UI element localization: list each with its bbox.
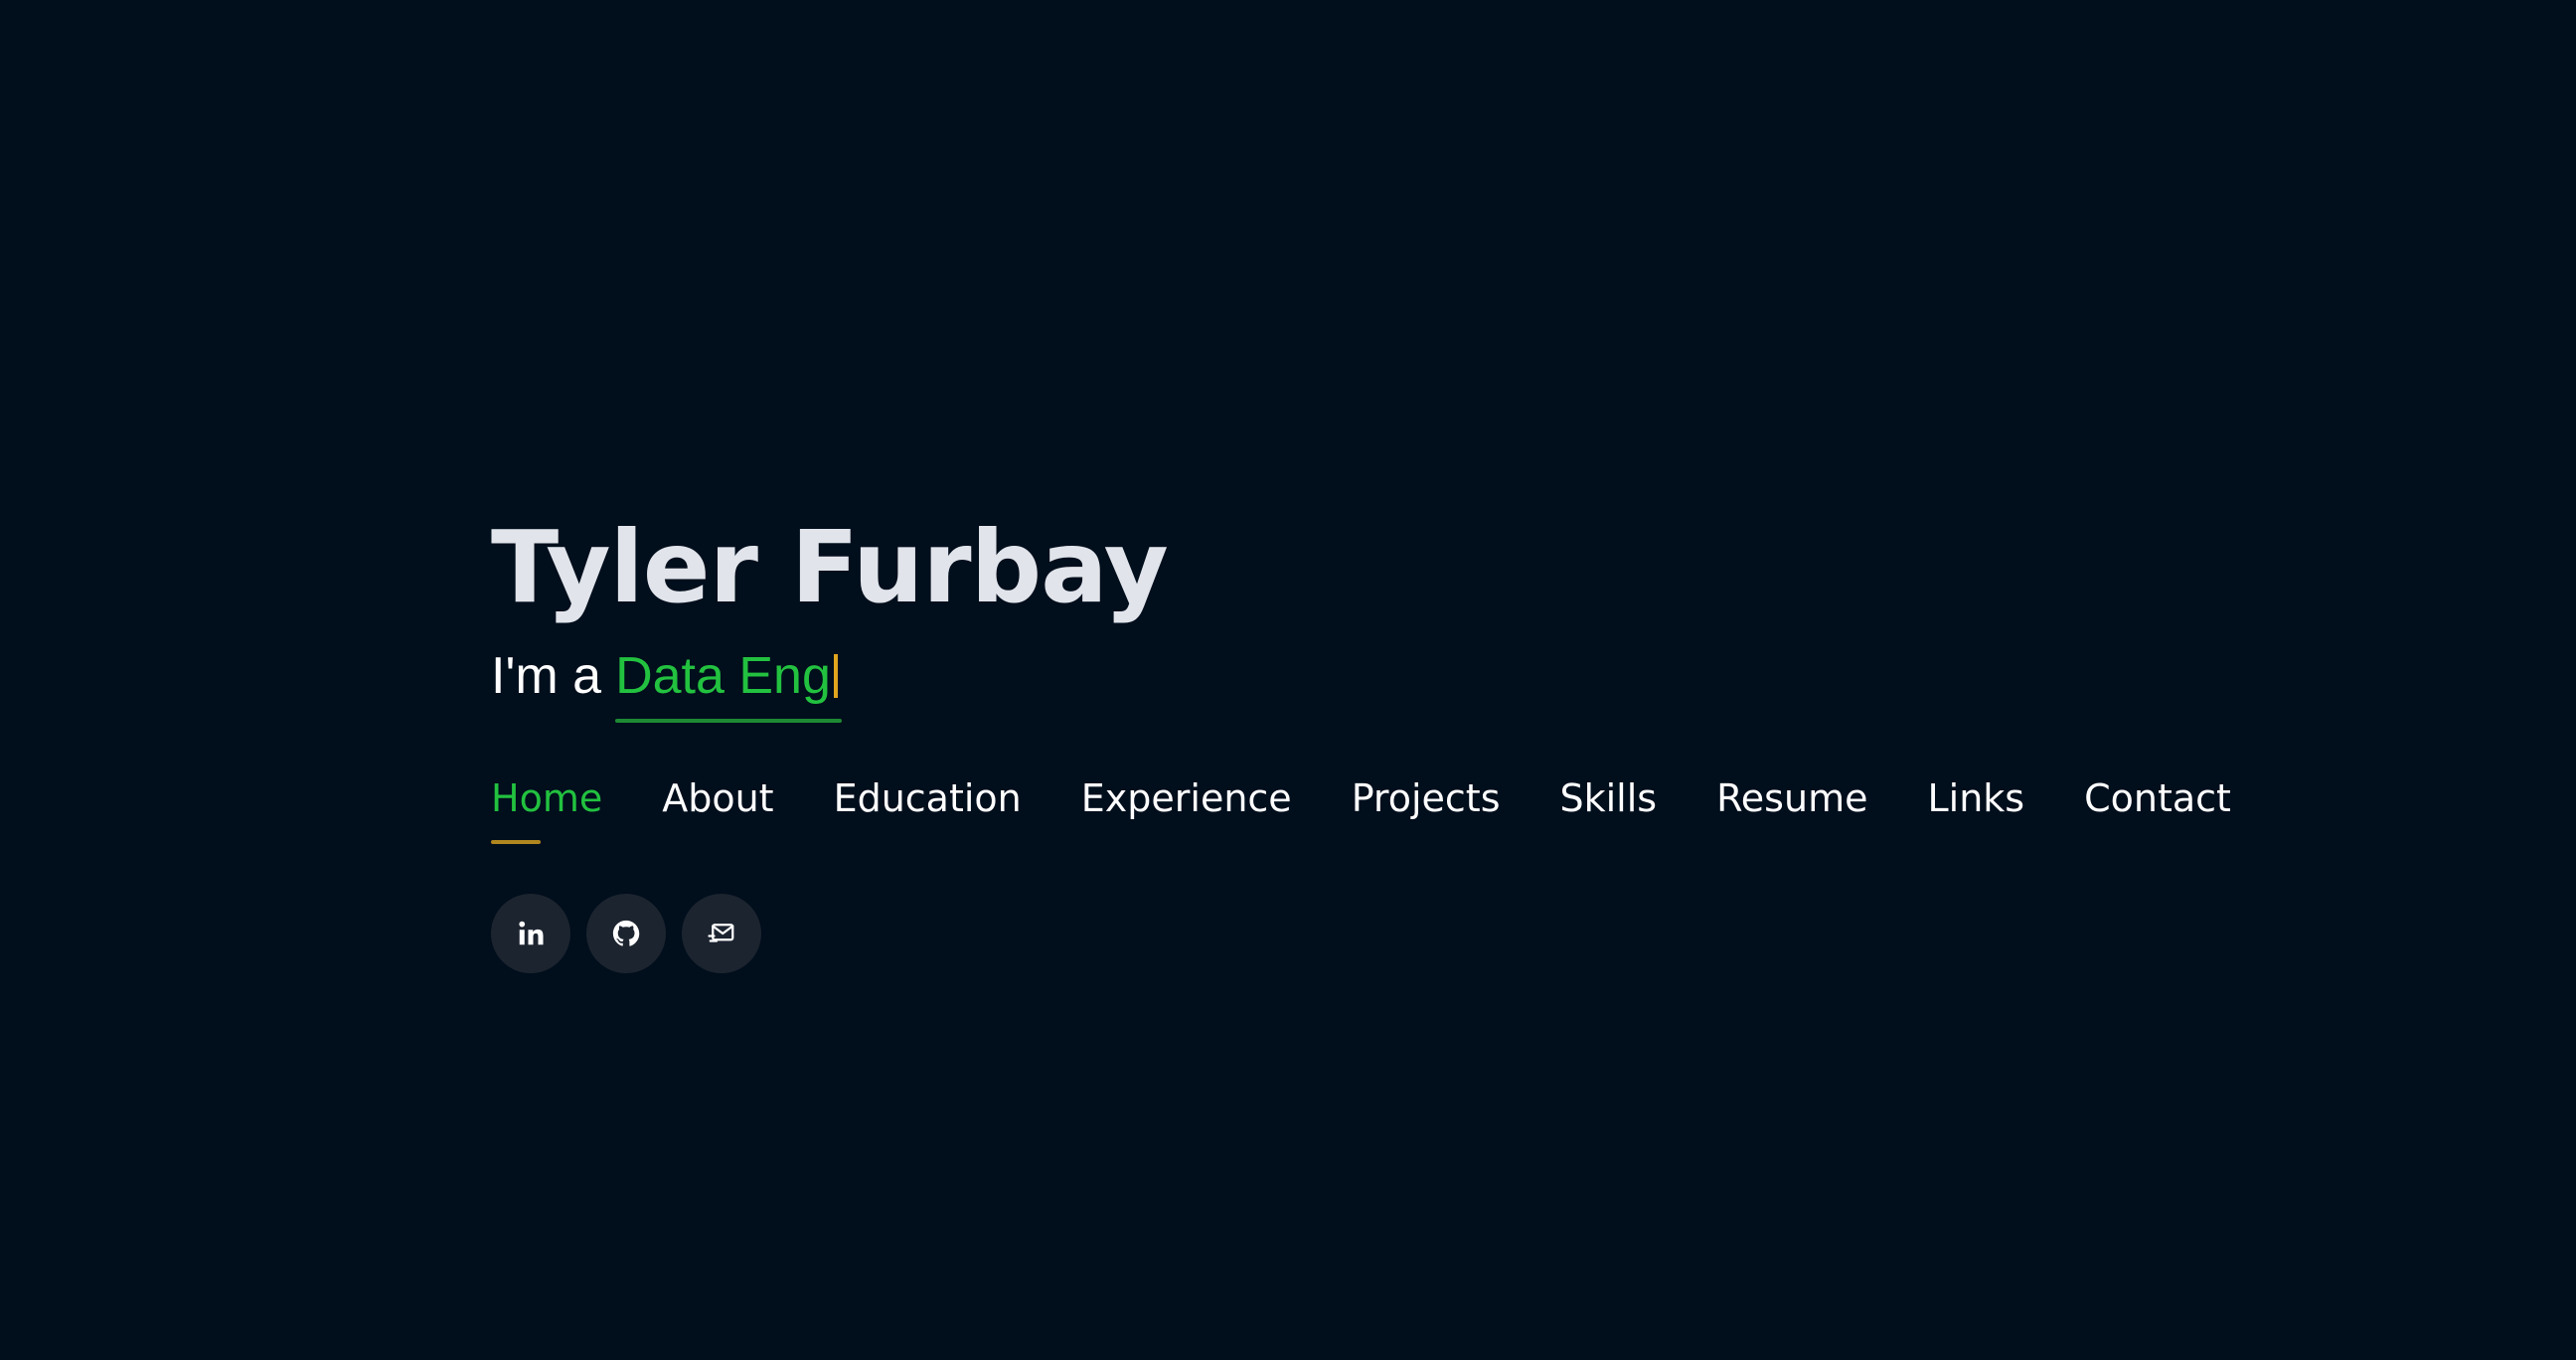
typed-underline xyxy=(615,719,842,723)
social-links xyxy=(491,894,2280,973)
tagline-prefix: I'm a xyxy=(491,647,602,705)
nav-item-projects[interactable]: Projects xyxy=(1352,768,1501,828)
nav-item-skills[interactable]: Skills xyxy=(1560,768,1658,828)
hero-section: Tyler Furbay I'm a Data Eng Home About E… xyxy=(491,502,2280,973)
linkedin-icon xyxy=(516,919,546,948)
nav-item-home[interactable]: Home xyxy=(491,768,602,844)
email-button[interactable] xyxy=(682,894,761,973)
github-button[interactable] xyxy=(586,894,666,973)
hero-name: Tyler Furbay xyxy=(491,509,1169,625)
typed-text-wrapper: Data Eng xyxy=(615,645,842,723)
hero-tagline: I'm a Data Eng xyxy=(491,645,2280,723)
nav-item-resume[interactable]: Resume xyxy=(1716,768,1867,828)
nav-item-experience[interactable]: Experience xyxy=(1081,768,1292,828)
mail-icon xyxy=(707,919,736,948)
nav-item-contact[interactable]: Contact xyxy=(2084,768,2231,828)
nav-item-education[interactable]: Education xyxy=(834,768,1022,828)
github-icon xyxy=(611,919,641,948)
tagline-typed-text: Data Eng xyxy=(615,647,831,705)
typing-caret xyxy=(833,654,838,698)
linkedin-button[interactable] xyxy=(491,894,570,973)
nav-item-links[interactable]: Links xyxy=(1927,768,2024,828)
main-nav: Home About Education Experience Projects… xyxy=(491,768,2280,844)
nav-item-about[interactable]: About xyxy=(662,768,773,828)
